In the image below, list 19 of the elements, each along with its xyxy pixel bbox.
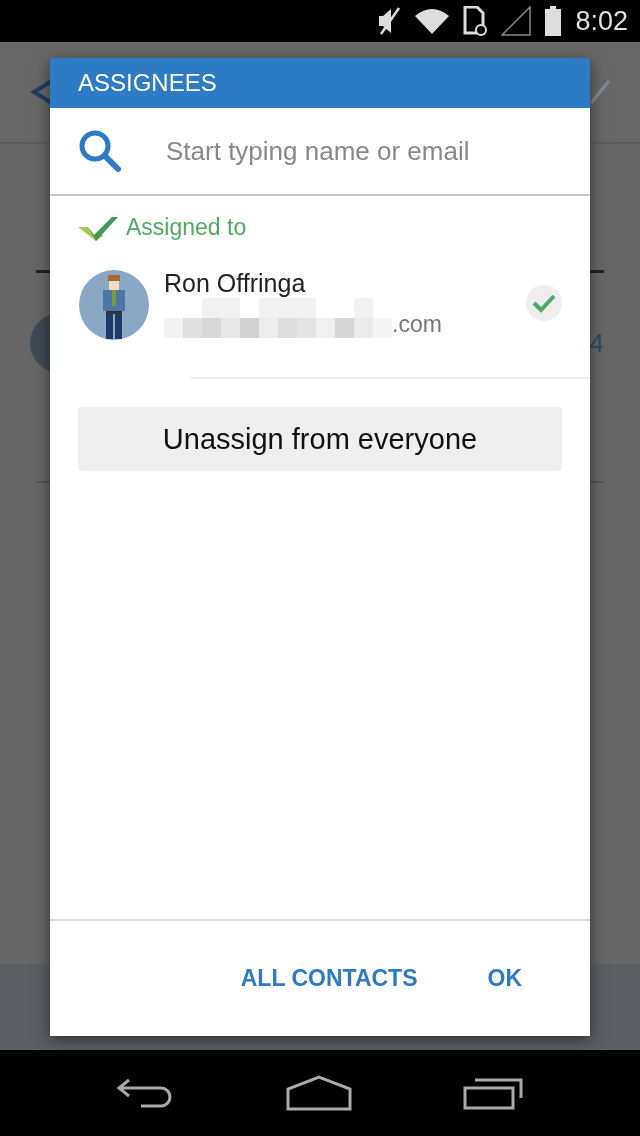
avatar-icon [78,269,150,341]
mute-icon [377,6,402,36]
search-icon [78,129,122,173]
dialog-action-button[interactable]: ALL CONTACTS [240,965,418,992]
selected-check-icon[interactable] [526,285,562,321]
clock-time: 8:02 [575,5,628,37]
wifi-icon [415,8,450,34]
sim-icon [463,6,488,36]
recent-apps-icon[interactable] [462,1076,525,1110]
battery-icon [545,6,562,36]
assignee-name: Ron Offringa [164,269,307,298]
signal-icon [501,6,532,36]
home-icon[interactable] [286,1075,352,1111]
count-fragment: 4 [589,327,604,359]
email-suffix: .com [392,311,442,338]
unassign-button[interactable]: Unassign from everyone [78,407,562,471]
dialog-title: ASSIGNEES [50,58,590,108]
dialog-action-button[interactable]: OK [487,965,522,992]
section-label: Assigned to [126,214,247,241]
